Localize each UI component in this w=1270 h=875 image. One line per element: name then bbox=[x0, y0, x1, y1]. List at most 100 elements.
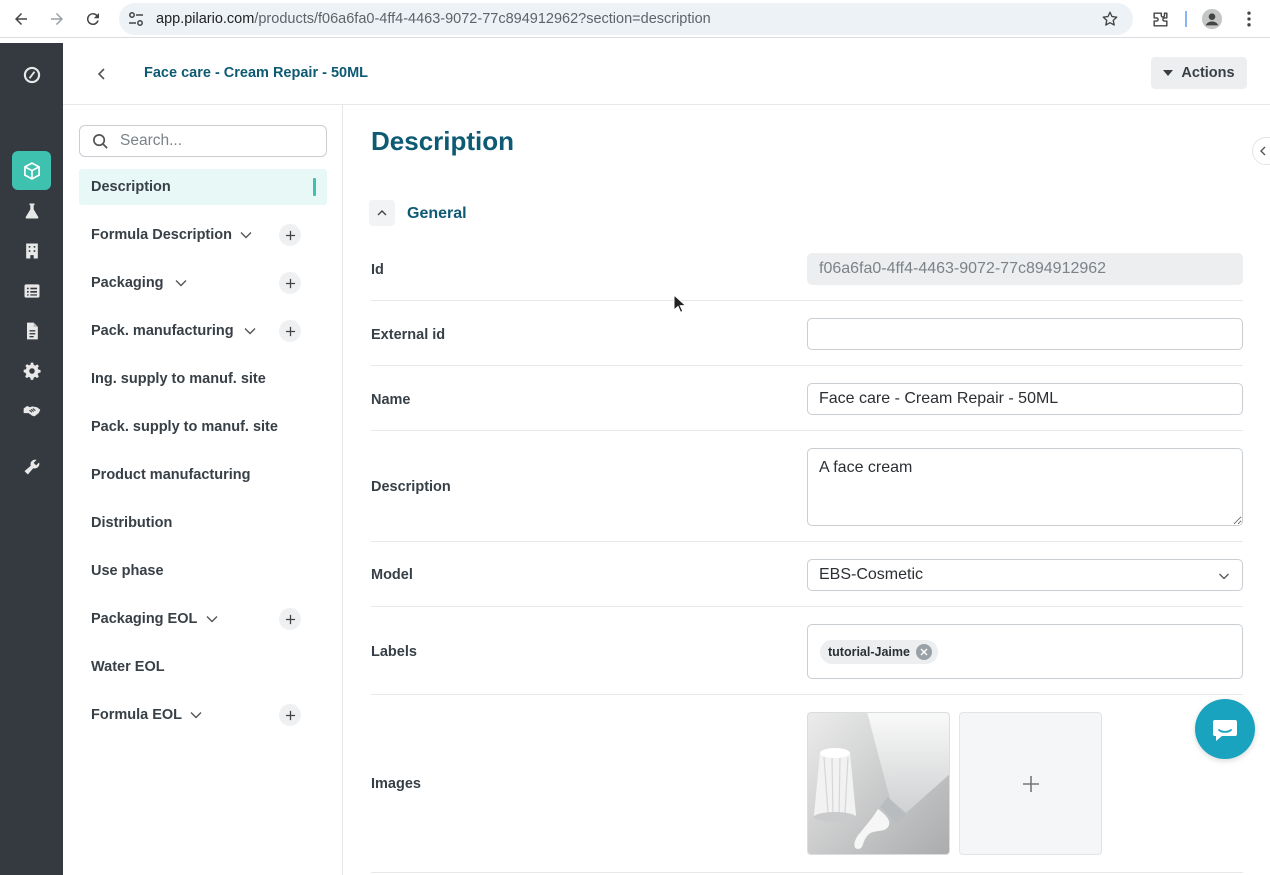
browser-forward-icon[interactable] bbox=[45, 7, 69, 31]
building-icon[interactable] bbox=[12, 231, 51, 270]
add-pack-manufacturing-button[interactable] bbox=[279, 320, 301, 342]
wrench-icon[interactable] bbox=[12, 447, 51, 486]
sidebar-item-label: Product manufacturing bbox=[91, 467, 251, 483]
search-input[interactable] bbox=[120, 130, 320, 152]
group-collapse-button[interactable] bbox=[369, 200, 395, 226]
sidebar-item-pack-manufacturing[interactable]: Pack. manufacturing bbox=[79, 313, 327, 349]
name-field[interactable] bbox=[807, 383, 1243, 415]
field-row-name: Name bbox=[371, 366, 1243, 431]
sidebar-item-product-manufacturing[interactable]: Product manufacturing bbox=[79, 457, 327, 493]
sidebar-item-description[interactable]: Description bbox=[79, 169, 327, 205]
browser-reload-icon[interactable] bbox=[81, 7, 105, 31]
section-sidebar: Description Formula Description Packagin… bbox=[63, 105, 343, 875]
pilario-logo-icon[interactable] bbox=[12, 55, 51, 94]
address-bar[interactable]: app.pilario.com/products/f06a6fa0-4ff4-4… bbox=[119, 3, 1133, 35]
browser-back-icon[interactable] bbox=[9, 7, 33, 31]
sidebar-item-label: Distribution bbox=[91, 515, 173, 531]
chevron-down-icon bbox=[1219, 573, 1229, 580]
actions-button[interactable]: Actions bbox=[1151, 57, 1247, 89]
panel-collapse-button[interactable] bbox=[1252, 137, 1270, 165]
plus-icon bbox=[285, 710, 295, 720]
app-rail: JB bbox=[0, 43, 63, 875]
extensions-icon[interactable] bbox=[1149, 8, 1171, 30]
label-chip-text: tutorial-Jaime bbox=[828, 645, 910, 659]
add-image-button[interactable] bbox=[959, 712, 1102, 855]
field-row-id: Id bbox=[371, 236, 1243, 301]
handshake-icon[interactable] bbox=[12, 391, 51, 430]
url-text: app.pilario.com/products/f06a6fa0-4ff4-4… bbox=[156, 11, 711, 27]
sidebar-item-use-phase[interactable]: Use phase bbox=[79, 553, 327, 589]
chevron-down-icon[interactable] bbox=[243, 324, 257, 338]
sidebar-item-formula-eol[interactable]: Formula EOL bbox=[79, 697, 327, 733]
model-selected-value: EBS-Cosmetic bbox=[819, 566, 924, 583]
product-image-thumbnail[interactable] bbox=[807, 712, 950, 855]
remove-label-icon[interactable] bbox=[915, 644, 932, 660]
toolbar-divider bbox=[1175, 8, 1197, 30]
sidebar-item-label: Packaging EOL bbox=[91, 611, 198, 627]
gear-icon[interactable] bbox=[12, 351, 51, 390]
browser-menu-icon[interactable] bbox=[1238, 8, 1260, 30]
sidebar-item-pack-supply[interactable]: Pack. supply to manuf. site bbox=[79, 409, 327, 445]
plus-icon bbox=[1022, 775, 1039, 792]
site-settings-icon[interactable] bbox=[127, 10, 145, 28]
field-label: Id bbox=[371, 262, 384, 278]
chevron-down-icon[interactable] bbox=[205, 612, 219, 626]
sidebar-item-label: Pack. manufacturing bbox=[91, 323, 234, 339]
sidebar-search bbox=[79, 125, 327, 157]
section-title: Description bbox=[371, 126, 515, 156]
products-icon[interactable] bbox=[12, 151, 51, 190]
chevron-down-icon[interactable] bbox=[174, 276, 188, 290]
sidebar-item-label: Description bbox=[91, 179, 171, 195]
sidebar-item-packaging[interactable]: Packaging bbox=[79, 265, 327, 301]
chevron-left-icon bbox=[1260, 146, 1266, 156]
sidebar-item-label: Formula EOL bbox=[91, 707, 183, 723]
chat-icon bbox=[1213, 720, 1237, 741]
field-row-external-id: External id bbox=[371, 301, 1243, 366]
bookmark-star-icon[interactable] bbox=[1101, 10, 1119, 28]
group-title[interactable]: General bbox=[407, 205, 467, 223]
field-row-labels: Labels tutorial-Jaime bbox=[371, 607, 1243, 695]
model-select[interactable]: EBS-Cosmetic bbox=[807, 559, 1243, 591]
field-label: Model bbox=[371, 567, 413, 583]
document-icon[interactable] bbox=[12, 311, 51, 350]
field-label: Description bbox=[371, 479, 451, 495]
flask-icon[interactable] bbox=[12, 191, 51, 230]
sidebar-item-packaging-eol[interactable]: Packaging EOL bbox=[79, 601, 327, 637]
description-field[interactable]: A face cream bbox=[807, 448, 1243, 526]
sidebar-item-ing-supply[interactable]: Ing. supply to manuf. site bbox=[79, 361, 327, 397]
plus-icon bbox=[285, 614, 295, 624]
page-header: Face care - Cream Repair - 50ML Actions bbox=[63, 43, 1270, 105]
list-icon[interactable] bbox=[12, 271, 51, 310]
sidebar-item-water-eol[interactable]: Water EOL bbox=[79, 649, 327, 685]
main-content: Description General Id External id Name … bbox=[343, 105, 1270, 875]
chat-widget-button[interactable] bbox=[1195, 699, 1255, 759]
search-icon bbox=[93, 134, 108, 149]
field-label: Labels bbox=[371, 644, 417, 660]
add-formula-description-button[interactable] bbox=[279, 224, 301, 246]
field-row-model: Model EBS-Cosmetic bbox=[371, 542, 1243, 607]
labels-field[interactable]: tutorial-Jaime bbox=[807, 624, 1243, 679]
active-indicator bbox=[313, 178, 316, 196]
field-label: External id bbox=[371, 327, 446, 343]
sidebar-item-label: Packaging bbox=[91, 275, 164, 291]
add-packaging-eol-button[interactable] bbox=[279, 608, 301, 630]
field-row-images: Images bbox=[371, 695, 1243, 873]
mouse-cursor-icon bbox=[673, 294, 687, 313]
sidebar-item-distribution[interactable]: Distribution bbox=[79, 505, 327, 541]
field-label: Images bbox=[371, 776, 421, 792]
sidebar-item-label: Formula Description bbox=[91, 227, 232, 243]
external-id-field[interactable] bbox=[807, 318, 1243, 350]
chevron-down-icon[interactable] bbox=[239, 228, 253, 242]
add-formula-eol-button[interactable] bbox=[279, 704, 301, 726]
sidebar-item-label: Pack. supply to manuf. site bbox=[91, 419, 278, 435]
profile-icon[interactable] bbox=[1201, 8, 1223, 30]
add-packaging-button[interactable] bbox=[279, 272, 301, 294]
field-row-description: Description A face cream bbox=[371, 431, 1243, 542]
sidebar-item-formula-description[interactable]: Formula Description bbox=[79, 217, 327, 253]
back-chevron-icon[interactable] bbox=[93, 65, 111, 83]
actions-label: Actions bbox=[1181, 65, 1235, 81]
field-label: Name bbox=[371, 392, 411, 408]
sidebar-item-label: Use phase bbox=[91, 563, 164, 579]
id-field bbox=[807, 253, 1243, 285]
chevron-down-icon[interactable] bbox=[189, 708, 203, 722]
